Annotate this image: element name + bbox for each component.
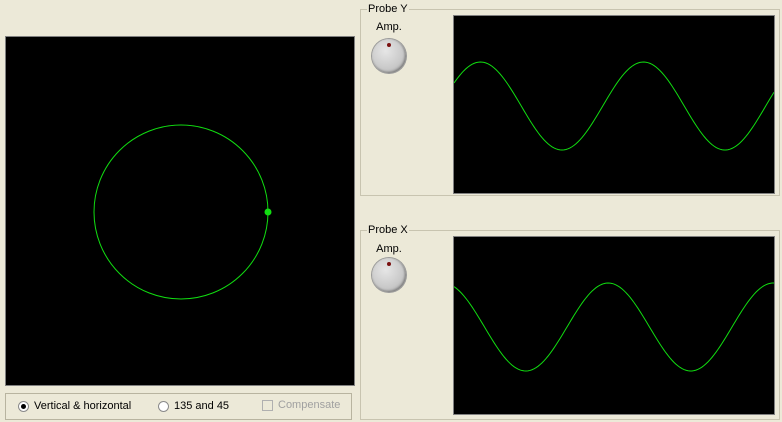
radio-vertical-horizontal-label: Vertical & horizontal <box>34 400 132 412</box>
probe-y-title: Probe Y <box>368 3 408 15</box>
mode-panel: Vertical & horizontal 135 and 45 Compens… <box>5 393 352 420</box>
probe-y-waveform-display <box>453 15 775 194</box>
compensate-checkbox-box <box>262 399 273 411</box>
radio-135-and-45[interactable]: 135 and 45 <box>158 400 229 412</box>
compensate-checkbox: Compensate <box>262 399 340 411</box>
probe-x-waveform-display <box>453 236 775 415</box>
radio-135-and-45-label: 135 and 45 <box>174 400 230 412</box>
probe-x-knob-marker <box>387 262 391 266</box>
probe-x-waveform-trace <box>454 282 774 372</box>
radio-vertical-horizontal-indicator[interactable] <box>18 400 29 412</box>
beam-spot <box>264 208 272 216</box>
probe-x-amp-knob[interactable] <box>372 258 406 292</box>
compensate-label: Compensate <box>278 399 341 411</box>
probe-y-waveform-canvas <box>454 61 774 151</box>
xy-scope-display <box>5 36 355 386</box>
radio-vertical-horizontal[interactable]: Vertical & horizontal <box>18 400 131 412</box>
probe-y-amp-label: Amp. <box>376 21 402 33</box>
probe-x-waveform-canvas <box>454 282 774 372</box>
probe-y-knob-marker <box>387 43 391 47</box>
xy-scope-canvas <box>93 124 272 300</box>
probe-x-title: Probe X <box>368 224 408 236</box>
probe-y-waveform-trace <box>454 61 774 151</box>
radio-135-and-45-indicator[interactable] <box>158 400 169 412</box>
probe-x-amp-label: Amp. <box>376 243 402 255</box>
probe-y-amp-knob[interactable] <box>372 39 406 73</box>
lissajous-trace <box>93 124 269 300</box>
